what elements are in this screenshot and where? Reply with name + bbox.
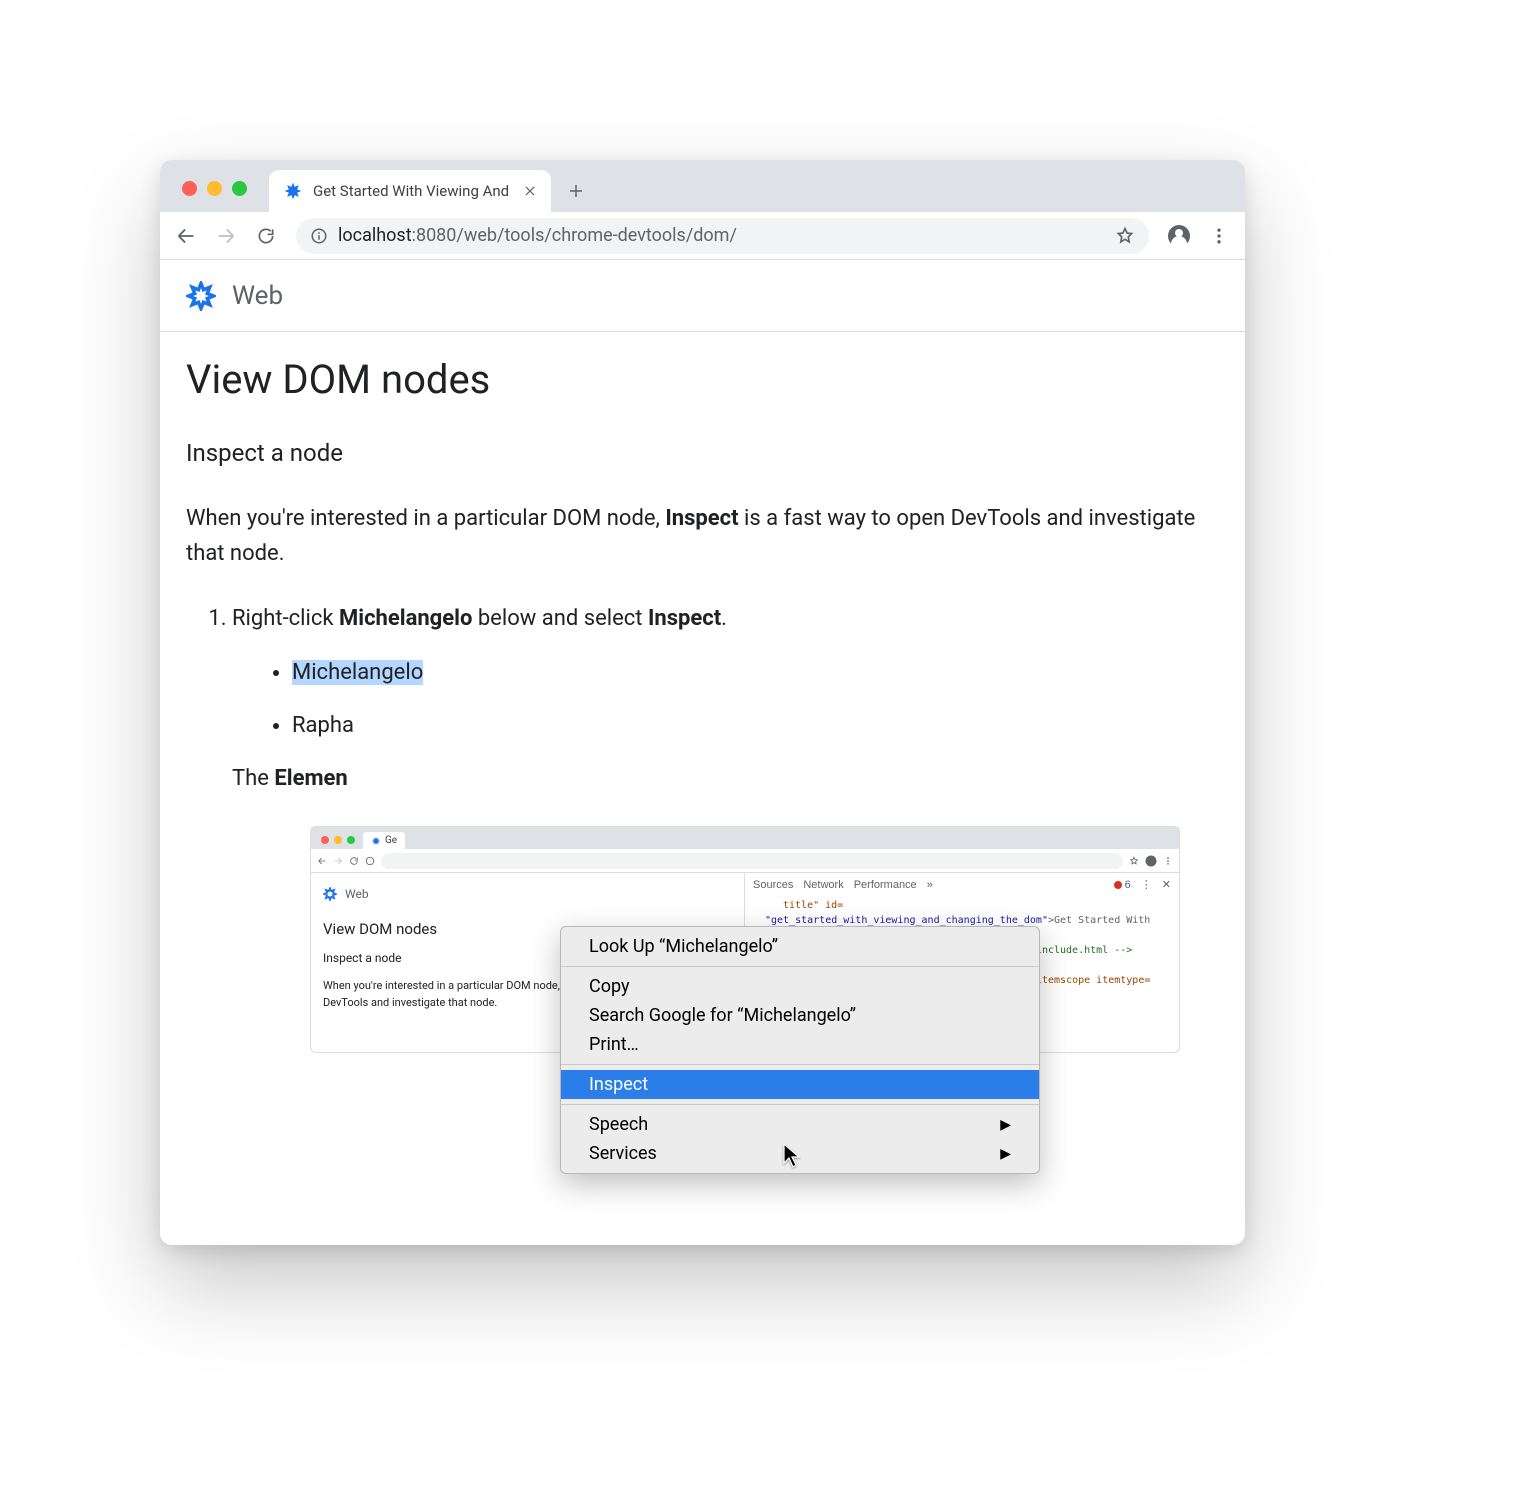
browser-tab[interactable]: Get Started With Viewing And xyxy=(269,170,551,212)
kebab-icon: ⋮ xyxy=(1141,877,1152,894)
intro-paragraph: When you're interested in a particular D… xyxy=(186,501,1219,571)
devtools-tab-performance: Performance xyxy=(854,877,917,894)
new-tab-button[interactable] xyxy=(559,174,593,208)
site-name: Web xyxy=(232,281,283,311)
context-menu: Look Up “Michelangelo” Copy Search Googl… xyxy=(560,926,1040,1174)
kebab-icon xyxy=(1163,856,1173,866)
forward-icon xyxy=(333,856,343,866)
devtools-tab-network: Network xyxy=(803,877,843,894)
nested-tab-strip: Ge xyxy=(311,827,1179,849)
window-minimize-button[interactable] xyxy=(207,181,222,196)
menu-item-lookup[interactable]: Look Up “Michelangelo” xyxy=(561,932,1039,961)
url-port: :8080 xyxy=(412,225,457,246)
nested-window-max xyxy=(347,836,355,844)
devtools-error-badge: 6 xyxy=(1114,877,1131,894)
nested-window-close xyxy=(321,836,329,844)
back-button[interactable] xyxy=(168,218,204,254)
nested-omnibox xyxy=(381,853,1123,869)
asterisk-icon xyxy=(186,281,216,311)
window-close-button[interactable] xyxy=(182,181,197,196)
url-host: localhost xyxy=(338,225,412,246)
site-info-icon xyxy=(365,856,375,866)
section-heading: Inspect a node xyxy=(186,439,1219,467)
menu-item-speech[interactable]: Speech▶ xyxy=(561,1110,1039,1139)
menu-item-copy[interactable]: Copy xyxy=(561,972,1039,1001)
nested-tab: Ge xyxy=(363,832,405,849)
list-item[interactable]: Michelangelo xyxy=(292,655,1219,690)
profile-avatar-icon[interactable] xyxy=(1161,218,1197,254)
url-text: localhost:8080/web/tools/chrome-devtools… xyxy=(338,225,1105,246)
kebab-menu-icon[interactable] xyxy=(1201,218,1237,254)
devtools-tab-sources: Sources xyxy=(753,877,793,894)
url-path: /web/tools/chrome-devtools/dom/ xyxy=(456,225,736,246)
menu-item-print[interactable]: Print… xyxy=(561,1030,1039,1059)
tab-title: Get Started With Viewing And xyxy=(313,182,509,200)
star-icon xyxy=(1129,856,1139,866)
nested-toolbar xyxy=(311,849,1179,873)
chevron-right-icon: ▶ xyxy=(1000,1146,1011,1162)
address-bar[interactable]: localhost:8080/web/tools/chrome-devtools… xyxy=(296,218,1149,254)
asterisk-icon xyxy=(283,181,303,201)
browser-toolbar: localhost:8080/web/tools/chrome-devtools… xyxy=(160,212,1245,260)
reload-icon xyxy=(349,856,359,866)
devtools-tab-more: » xyxy=(927,877,933,894)
chevron-right-icon: ▶ xyxy=(1000,1117,1011,1133)
asterisk-icon xyxy=(323,887,337,901)
menu-item-inspect[interactable]: Inspect xyxy=(561,1070,1039,1099)
devtools-tabs: Sources Network Performance » 6 ⋮ ✕ xyxy=(753,877,1171,894)
window-maximize-button[interactable] xyxy=(232,181,247,196)
page-title: View DOM nodes xyxy=(186,356,1219,403)
site-info-icon[interactable] xyxy=(310,227,328,245)
browser-window: Get Started With Viewing And localhost:8… xyxy=(160,160,1245,1245)
asterisk-icon xyxy=(371,836,381,846)
window-controls xyxy=(182,181,247,196)
list-item[interactable]: Rapha xyxy=(292,708,1219,743)
nested-site-name: Web xyxy=(345,885,369,904)
followup-paragraph: The Elemen xyxy=(186,761,1219,796)
close-icon: ✕ xyxy=(1162,877,1171,894)
tab-strip: Get Started With Viewing And xyxy=(160,160,1245,212)
reload-button[interactable] xyxy=(248,218,284,254)
example-list: Michelangelo Rapha xyxy=(232,655,1219,743)
mouse-cursor-icon xyxy=(783,1143,803,1169)
site-header: Web xyxy=(160,260,1245,332)
avatar-icon xyxy=(1145,855,1157,867)
tab-close-button[interactable] xyxy=(523,184,537,198)
back-icon xyxy=(317,856,327,866)
menu-item-search-google[interactable]: Search Google for “Michelangelo” xyxy=(561,1001,1039,1030)
bookmark-star-icon[interactable] xyxy=(1115,226,1135,246)
forward-button[interactable] xyxy=(208,218,244,254)
nested-window-min xyxy=(334,836,342,844)
